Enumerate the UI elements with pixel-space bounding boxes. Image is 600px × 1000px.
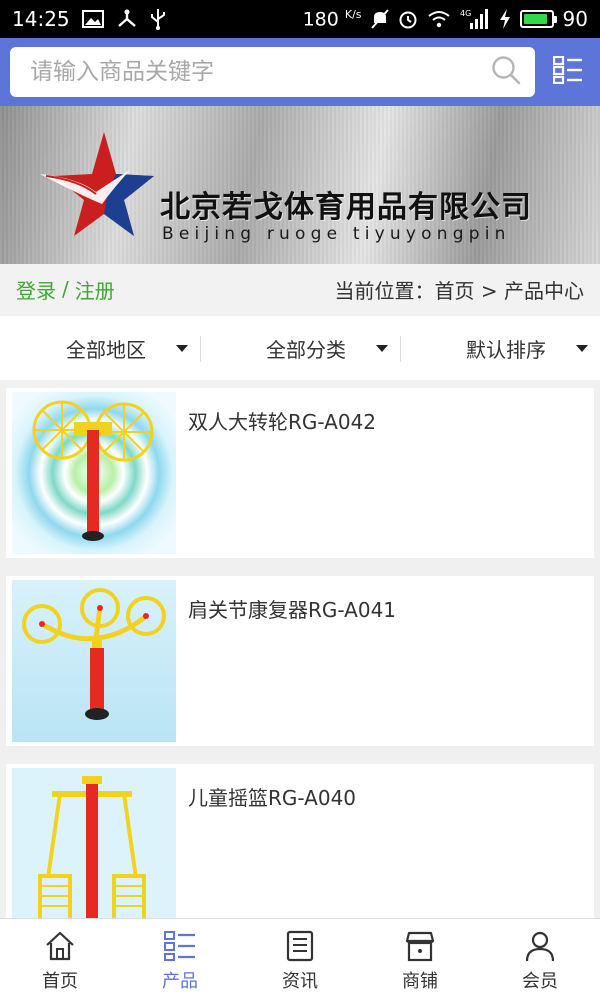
caret-down-icon: [176, 344, 188, 352]
image-icon: [81, 10, 104, 28]
status-time: 14:25: [12, 7, 70, 31]
nav-products-label: 产品: [162, 971, 198, 992]
filter-region-label: 全部地区: [66, 337, 146, 362]
product-list: 双人大转轮RG-A042 肩关节康复器RG-A041 儿童摇篮RG-A040: [0, 384, 600, 918]
product-image[interactable]: [12, 768, 176, 918]
shop-icon: [405, 931, 435, 962]
login-register-separator: /: [62, 277, 69, 301]
status-bar: 14:25 180 K/s 4G 90: [0, 0, 600, 38]
nav-products[interactable]: 产品: [120, 919, 240, 1000]
search-input[interactable]: [28, 58, 491, 86]
filter-region-dropdown[interactable]: 全部地区: [0, 316, 200, 380]
home-icon: [46, 931, 74, 961]
battery-level-fill: [523, 14, 547, 24]
company-logo: [40, 132, 154, 236]
alarm-icon: [398, 9, 418, 29]
category-menu-icon: [552, 55, 583, 88]
login-link[interactable]: 登录: [16, 275, 56, 304]
charging-icon: [499, 9, 511, 29]
product-name[interactable]: 肩关节康复器RG-A041: [188, 594, 396, 746]
company-pinyin: Beijing ruoge tiyuyongpin: [162, 224, 511, 244]
nav-home-label: 首页: [42, 971, 78, 992]
user-icon: [525, 931, 555, 962]
caret-down-icon: [376, 344, 388, 352]
nav-member[interactable]: 会员: [480, 919, 600, 1000]
filter-category-dropdown[interactable]: 全部分类: [200, 316, 400, 380]
product-image[interactable]: [12, 580, 176, 742]
nav-shop-label: 商铺: [402, 971, 438, 992]
search-box[interactable]: [10, 47, 535, 97]
nav-member-label: 会员: [522, 971, 558, 992]
search-header: [0, 38, 600, 106]
product-name[interactable]: 儿童摇篮RG-A040: [188, 782, 356, 918]
product-card[interactable]: 儿童摇篮RG-A040: [6, 764, 594, 918]
breadcrumb-bar: 登录 / 注册 当前位置：首页 > 产品中心: [0, 264, 600, 314]
nav-news[interactable]: 资讯: [240, 919, 360, 1000]
list-icon: [164, 931, 195, 961]
register-link[interactable]: 注册: [75, 275, 115, 304]
product-image[interactable]: [12, 392, 176, 554]
share-icon: [116, 9, 138, 29]
breadcrumb: 当前位置：首页 > 产品中心: [334, 278, 584, 303]
product-card[interactable]: 双人大转轮RG-A042: [6, 388, 594, 558]
filter-category-label: 全部分类: [266, 337, 346, 362]
filter-sort-dropdown[interactable]: 默认排序: [400, 316, 600, 380]
wifi-icon: [427, 10, 451, 28]
product-name[interactable]: 双人大转轮RG-A042: [188, 406, 376, 558]
network-speed-unit: K/s: [344, 7, 362, 21]
signal-icon: 4G: [460, 8, 490, 30]
company-banner: 北京若戈体育用品有限公司 Beijing ruoge tiyuyongpin: [0, 106, 600, 264]
news-icon: [286, 930, 314, 962]
battery-percent: 90: [562, 7, 588, 31]
nav-news-label: 资讯: [282, 971, 318, 992]
search-icon[interactable]: [491, 55, 521, 89]
battery-icon: [519, 10, 557, 28]
network-speed: 180 K/s: [302, 7, 362, 31]
nav-home[interactable]: 首页: [0, 919, 120, 1000]
mute-icon: [370, 9, 389, 29]
filter-bar: 全部地区 全部分类 默认排序: [0, 316, 600, 380]
svg-text:4G: 4G: [460, 9, 471, 18]
usb-icon: [150, 8, 166, 30]
nav-shop[interactable]: 商铺: [360, 919, 480, 1000]
product-card[interactable]: 肩关节康复器RG-A041: [6, 576, 594, 746]
category-menu-button[interactable]: [551, 55, 585, 89]
caret-down-icon: [576, 344, 588, 352]
bottom-nav: 首页 产品 资讯 商铺 会员: [0, 918, 600, 1000]
company-name: 北京若戈体育用品有限公司: [160, 190, 532, 225]
filter-sort-label: 默认排序: [466, 337, 546, 362]
